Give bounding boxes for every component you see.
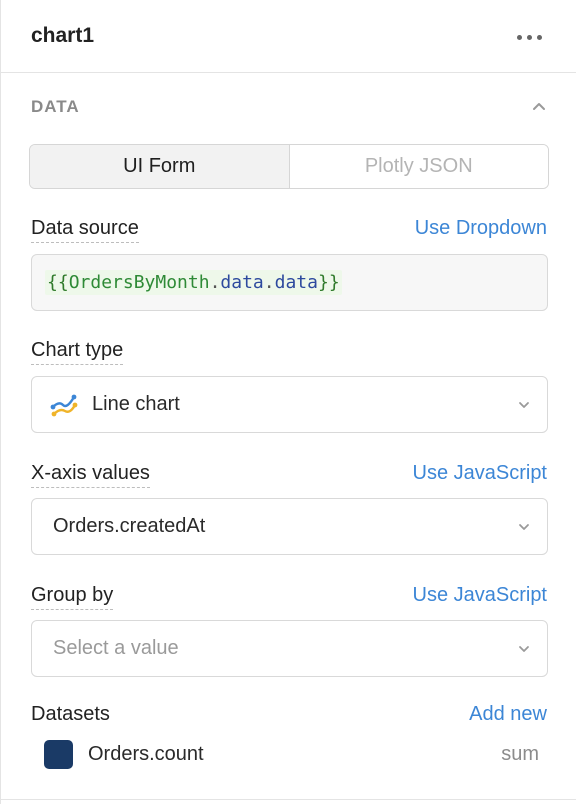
chart-type-label: Chart type bbox=[31, 339, 124, 365]
chevron-up-icon[interactable] bbox=[528, 96, 550, 116]
group-by-label: Group by bbox=[31, 584, 114, 610]
group-by-select[interactable]: Select a value bbox=[31, 620, 548, 677]
data-source-value: {{OrdersByMonth.data.data}} bbox=[45, 270, 342, 295]
panel-header: chart1 bbox=[1, 0, 576, 73]
ellipsis-icon[interactable] bbox=[517, 27, 543, 47]
tab-ui-form[interactable]: UI Form bbox=[30, 145, 290, 188]
dataset-name: Orders.count bbox=[88, 743, 204, 765]
datasets-label: Datasets bbox=[31, 703, 110, 725]
x-axis-label: X-axis values bbox=[31, 462, 150, 488]
data-source-input[interactable]: {{OrdersByMonth.data.data}} bbox=[31, 254, 548, 311]
use-dropdown-link[interactable]: Use Dropdown bbox=[415, 217, 547, 240]
code-open-brace: {{ bbox=[47, 272, 69, 293]
group-by-placeholder: Select a value bbox=[53, 637, 179, 659]
code-property: data bbox=[220, 272, 264, 293]
x-axis-select[interactable]: Orders.createdAt bbox=[31, 498, 548, 555]
dataset-row[interactable]: Orders.count sum bbox=[44, 740, 539, 770]
chart-type-value: Line chart bbox=[92, 393, 180, 415]
inspector-panel: chart1 DATA UI Form Plotly JSON Data sou… bbox=[0, 0, 576, 804]
line-chart-icon bbox=[50, 394, 78, 416]
code-dot: . bbox=[209, 272, 221, 293]
chevron-down-icon bbox=[519, 645, 529, 652]
component-name[interactable]: chart1 bbox=[31, 24, 94, 48]
chevron-down-icon bbox=[519, 523, 529, 530]
mode-toggle: UI Form Plotly JSON bbox=[29, 144, 549, 189]
dataset-color-swatch[interactable] bbox=[44, 740, 73, 769]
add-dataset-link[interactable]: Add new bbox=[469, 703, 547, 726]
data-source-label: Data source bbox=[31, 217, 139, 243]
code-variable: OrdersByMonth bbox=[68, 272, 210, 293]
code-property: data bbox=[274, 272, 318, 293]
x-axis-use-javascript-link[interactable]: Use JavaScript bbox=[413, 462, 548, 485]
dataset-aggregation: sum bbox=[501, 743, 539, 765]
group-by-use-javascript-link[interactable]: Use JavaScript bbox=[413, 584, 548, 607]
code-close-brace: }} bbox=[317, 272, 340, 293]
chevron-down-icon bbox=[519, 401, 529, 408]
x-axis-value: Orders.createdAt bbox=[53, 515, 206, 537]
divider bbox=[1, 799, 576, 800]
section-title: DATA bbox=[31, 97, 80, 116]
code-dot: . bbox=[263, 272, 275, 293]
tab-plotly-json[interactable]: Plotly JSON bbox=[289, 145, 548, 188]
chart-type-select[interactable]: Line chart bbox=[31, 376, 548, 433]
